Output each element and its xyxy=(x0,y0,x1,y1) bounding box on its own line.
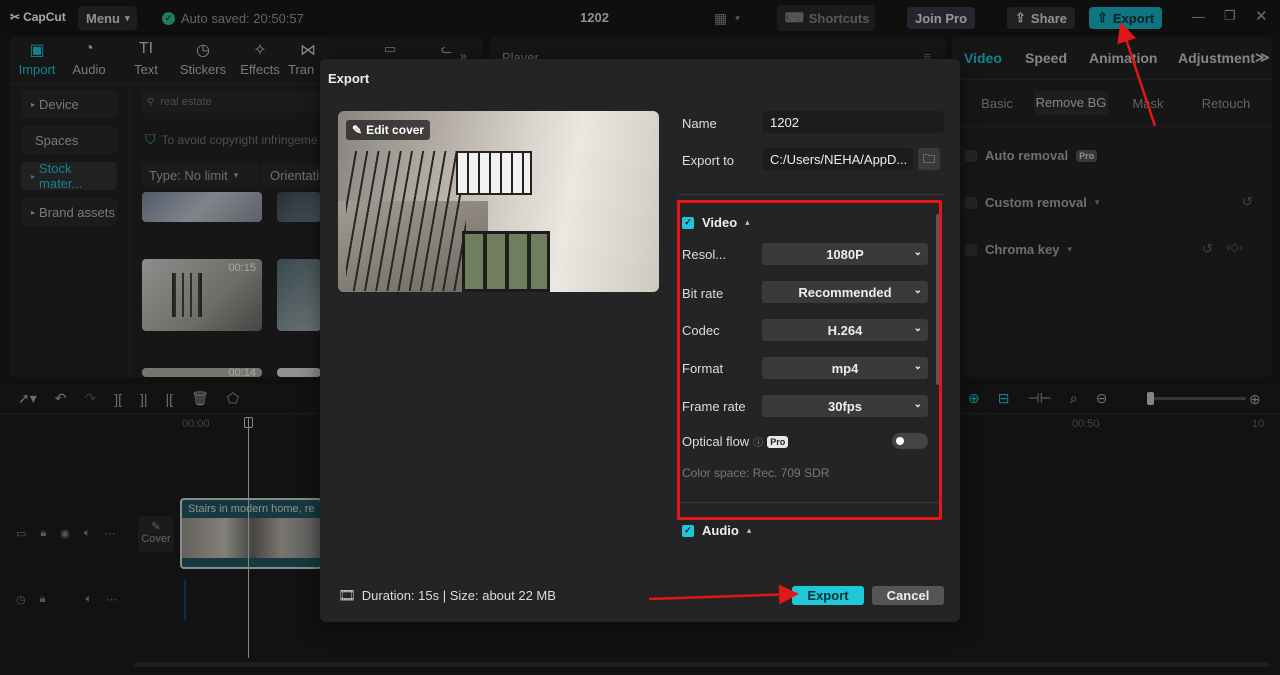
name-label: Name xyxy=(682,116,717,131)
edit-cover-label: Edit cover xyxy=(366,123,425,137)
audio-section-label: Audio xyxy=(702,524,739,537)
chevron-up-icon: ▴ xyxy=(746,525,752,535)
folder-icon[interactable]: 🗀 xyxy=(918,148,940,170)
export-dialog: Export ✎ Edit cover Name 1202 Export to … xyxy=(320,59,960,622)
edit-cover-button[interactable]: ✎ Edit cover xyxy=(346,120,431,140)
film-icon: 🎞︎ xyxy=(338,587,356,603)
window-upper xyxy=(456,151,532,195)
export-path-input[interactable]: C:/Users/NEHA/AppD... xyxy=(762,148,913,170)
audio-section-header[interactable]: ✓ Audio ▴ xyxy=(682,524,751,537)
duration-size-text: Duration: 15s | Size: about 22 MB xyxy=(361,588,556,603)
export-button[interactable]: Export xyxy=(792,586,864,605)
pencil-icon: ✎ xyxy=(352,123,363,137)
cancel-button[interactable]: Cancel xyxy=(872,586,944,605)
name-input[interactable]: 1202 xyxy=(762,111,944,133)
export-summary: 🎞︎ Duration: 15s | Size: about 22 MB xyxy=(338,587,556,604)
stair-railing xyxy=(346,151,466,291)
highlight-box xyxy=(677,200,942,520)
divider xyxy=(678,194,944,195)
cover-preview: ✎ Edit cover xyxy=(338,111,659,292)
front-door xyxy=(462,231,550,292)
dialog-title: Export xyxy=(328,71,370,86)
export-to-label: Export to xyxy=(682,153,735,168)
audio-checkbox[interactable]: ✓ xyxy=(682,524,694,537)
